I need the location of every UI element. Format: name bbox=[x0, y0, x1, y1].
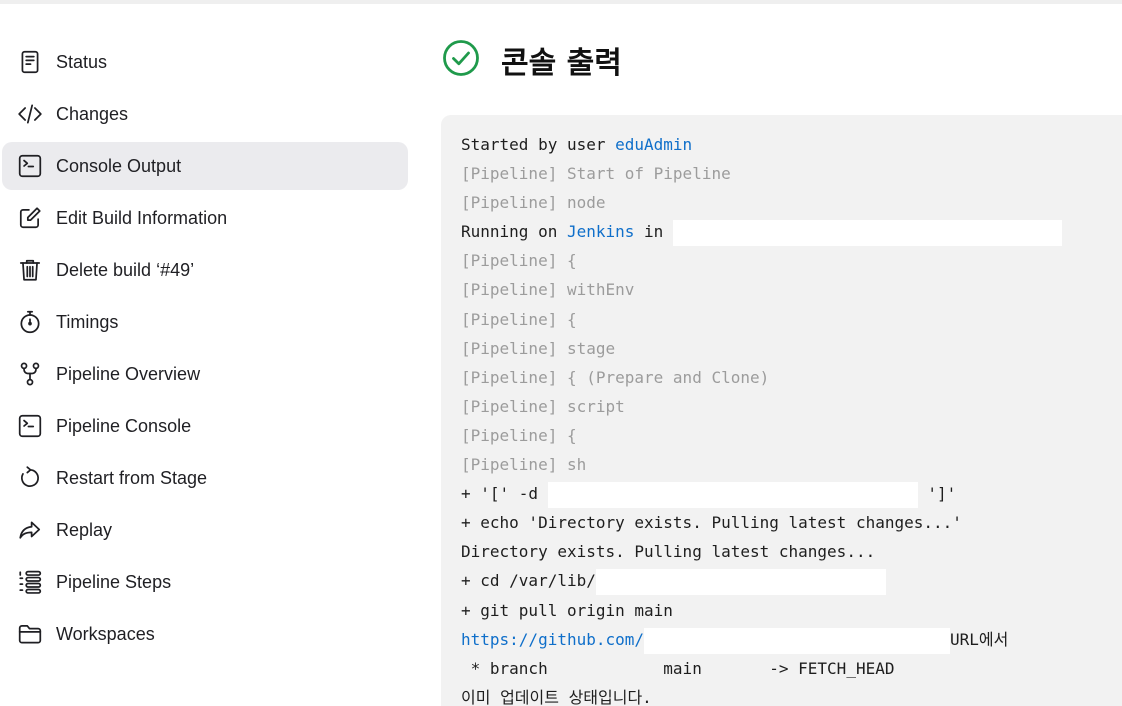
trash-icon bbox=[16, 256, 44, 284]
console-line: * branch main -> FETCH_HEAD bbox=[461, 654, 1122, 683]
restart-icon bbox=[16, 464, 44, 492]
sidebar-item-label: Timings bbox=[56, 311, 119, 332]
console-line: + git pull origin main bbox=[461, 596, 1122, 625]
sidebar-item-replay[interactable]: Replay bbox=[2, 506, 408, 554]
redacted-region bbox=[595, 569, 886, 596]
sidebar-item-timings[interactable]: Timings bbox=[2, 298, 408, 346]
console-text: [Pipeline] withEnv bbox=[461, 280, 635, 300]
sidebar-item-pipeline-steps[interactable]: Pipeline Steps bbox=[2, 558, 408, 606]
console-text: [Pipeline] { bbox=[461, 251, 577, 271]
document-icon bbox=[16, 48, 44, 76]
console-line: https://github.com/URL에서 bbox=[461, 625, 1122, 654]
success-check-icon bbox=[442, 39, 480, 82]
page-heading: 콘솔 출력 bbox=[442, 39, 622, 82]
console-line: 이미 업데이트 상태입니다. bbox=[461, 683, 1122, 706]
console-text: 이미 업데이트 상태입니다. bbox=[461, 687, 652, 706]
redacted-region bbox=[547, 482, 918, 509]
sidebar-item-label: Pipeline Steps bbox=[56, 571, 172, 592]
terminal-icon bbox=[16, 152, 44, 180]
sidebar-item-label: Console Output bbox=[56, 155, 182, 176]
redacted-region bbox=[644, 627, 951, 654]
sidebar-item-pipeline-console[interactable]: Pipeline Console bbox=[2, 402, 408, 450]
console-line: + cd /var/lib/ bbox=[461, 566, 1122, 596]
pipeline-fork-icon bbox=[16, 360, 44, 388]
console-line: [Pipeline] { (Prepare and Clone) bbox=[461, 363, 1122, 392]
console-line: [Pipeline] { bbox=[461, 305, 1122, 334]
sidebar-item-label: Delete build ‘#49’ bbox=[56, 259, 195, 280]
sidebar-item-label: Pipeline Overview bbox=[56, 363, 201, 384]
console-text: + git pull origin main bbox=[461, 600, 673, 620]
console-text: [Pipeline] script bbox=[461, 396, 625, 416]
console-line: + echo 'Directory exists. Pulling latest… bbox=[461, 508, 1122, 537]
code-icon bbox=[16, 100, 44, 128]
terminal-icon bbox=[16, 412, 44, 440]
console-text: ']' bbox=[917, 484, 957, 504]
console-text: [Pipeline] Start of Pipeline bbox=[461, 164, 731, 184]
folder-icon bbox=[16, 620, 44, 648]
sidebar-item-console-output[interactable]: Console Output bbox=[2, 142, 408, 190]
console-text: + echo 'Directory exists. Pulling latest… bbox=[461, 513, 962, 533]
console-line: [Pipeline] sh bbox=[461, 450, 1122, 479]
sidebar-item-label: Changes bbox=[56, 103, 129, 124]
console-text: * branch main -> FETCH_HEAD bbox=[461, 658, 895, 678]
console-line: [Pipeline] withEnv bbox=[461, 275, 1122, 304]
sidebar-item-label: Replay bbox=[56, 519, 113, 540]
console-line: Running on Jenkins in bbox=[461, 217, 1122, 247]
console-text: Running on bbox=[461, 222, 567, 242]
sidebar-item-label: Pipeline Console bbox=[56, 415, 192, 436]
sidebar-item-label: Restart from Stage bbox=[56, 467, 208, 488]
edit-icon bbox=[16, 204, 44, 232]
console-line: [Pipeline] node bbox=[461, 188, 1122, 217]
console-text: [Pipeline] sh bbox=[461, 455, 587, 475]
console-text: [Pipeline] node bbox=[461, 193, 606, 213]
sidebar-item-label: Status bbox=[56, 51, 108, 72]
replay-icon bbox=[16, 516, 44, 544]
console-line: + '[' -d ']' bbox=[461, 479, 1122, 509]
repository-link[interactable]: https://github.com/ bbox=[461, 630, 644, 649]
sidebar-item-label: Workspaces bbox=[56, 623, 155, 644]
sidebar-item-restart-from-stage[interactable]: Restart from Stage bbox=[2, 454, 408, 502]
sidebar-item-label: Edit Build Information bbox=[56, 207, 228, 228]
console-output: Started by user eduAdmin [Pipeline] Star… bbox=[441, 115, 1122, 706]
console-text: + '[' -d bbox=[461, 484, 548, 504]
console-line: [Pipeline] stage bbox=[461, 334, 1122, 363]
sidebar-item-delete-build[interactable]: Delete build ‘#49’ bbox=[2, 246, 408, 294]
console-text: Started by user bbox=[461, 135, 616, 154]
console-line: Started by user eduAdmin bbox=[461, 130, 1122, 159]
console-line: Directory exists. Pulling latest changes… bbox=[461, 537, 1122, 566]
redacted-region bbox=[672, 220, 1062, 247]
console-text: [Pipeline] { bbox=[461, 425, 577, 445]
top-border bbox=[0, 0, 1122, 4]
console-text: + cd /var/lib/ bbox=[461, 571, 596, 591]
console-text: URL에서 bbox=[950, 629, 1009, 649]
sidebar-item-edit-build-information[interactable]: Edit Build Information bbox=[2, 194, 408, 242]
node-link[interactable]: Jenkins bbox=[567, 222, 634, 241]
steps-list-icon bbox=[16, 568, 44, 596]
console-line: [Pipeline] Start of Pipeline bbox=[461, 159, 1122, 188]
console-line: [Pipeline] script bbox=[461, 392, 1122, 421]
page-title: 콘솔 출력 bbox=[501, 46, 622, 81]
console-line: [Pipeline] { bbox=[461, 421, 1122, 450]
stopwatch-icon bbox=[16, 308, 44, 336]
sidebar-item-pipeline-overview[interactable]: Pipeline Overview bbox=[2, 350, 408, 398]
console-text: Directory exists. Pulling latest changes… bbox=[461, 542, 876, 562]
console-text: [Pipeline] stage bbox=[461, 338, 616, 358]
console-line: [Pipeline] { bbox=[461, 246, 1122, 275]
build-sidebar: Status Changes Console Output Edit Build… bbox=[2, 38, 408, 662]
console-text: [Pipeline] { bbox=[461, 309, 577, 329]
sidebar-item-workspaces[interactable]: Workspaces bbox=[2, 610, 408, 658]
user-link[interactable]: eduAdmin bbox=[615, 135, 692, 154]
console-text: [Pipeline] { (Prepare and Clone) bbox=[461, 367, 770, 387]
console-text: in bbox=[634, 222, 673, 242]
sidebar-item-status[interactable]: Status bbox=[2, 38, 408, 86]
sidebar-item-changes[interactable]: Changes bbox=[2, 90, 408, 138]
